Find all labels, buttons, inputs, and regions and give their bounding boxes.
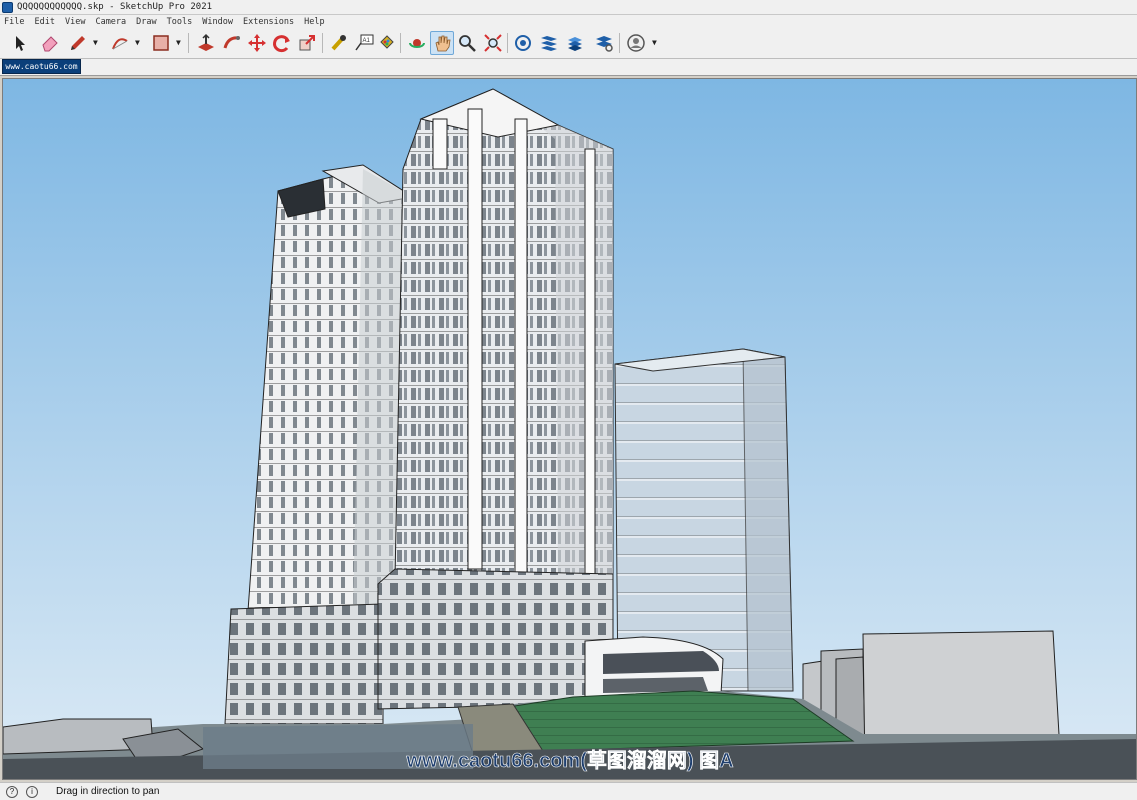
menu-window[interactable]: Window [202, 17, 233, 27]
menu-edit[interactable]: Edit [34, 17, 54, 27]
zoom-tool-button[interactable] [455, 31, 479, 55]
extension-warehouse-button[interactable] [537, 31, 561, 55]
layout-button[interactable] [563, 31, 587, 55]
arc-tool-dropdown[interactable]: ▼ [135, 39, 143, 47]
arc-tool-icon [112, 38, 128, 50]
paint-bucket-tool-button[interactable] [375, 31, 399, 55]
toolbar-separator [619, 33, 620, 53]
rotate-tool-icon [273, 35, 290, 53]
main-tower [377, 88, 614, 710]
text-tool-button[interactable]: A1 [352, 31, 376, 55]
move-tool-icon [248, 34, 266, 52]
paint-bucket-tool-icon [380, 35, 394, 49]
toolbar-separator [322, 33, 323, 53]
scene-tabs: www.caotu66.com [0, 59, 1137, 76]
arc-tool-button[interactable] [108, 31, 132, 55]
rotate-tool-button[interactable] [270, 31, 294, 55]
sketchup-app-icon[interactable] [2, 1, 13, 13]
eraser-tool-button[interactable] [38, 31, 62, 55]
extension-warehouse-icon [541, 36, 557, 51]
large-tool-set-toolbar: ▼ ▼ ▼ A1 ▼ [0, 29, 1137, 59]
curved-podium-building [584, 636, 724, 698]
model-view[interactable]: www.caotu66.com(草图溜溜网) 图A [3, 79, 1136, 779]
account-icon [627, 34, 645, 52]
menu-bar: File Edit View Camera Draw Tools Window … [0, 15, 1137, 29]
scale-tool-icon [299, 35, 315, 51]
eraser-tool-icon [42, 36, 58, 52]
line-tool-dropdown[interactable]: ▼ [93, 39, 101, 47]
toolbar-separator [507, 33, 508, 53]
push-pull-tool-icon [198, 33, 214, 51]
zoom-extents-tool-button[interactable] [481, 31, 505, 55]
rectangle-tool-icon [153, 35, 169, 51]
pan-tool-icon [435, 35, 451, 52]
extension-manager-button[interactable] [592, 31, 616, 55]
3d-warehouse-icon [515, 35, 531, 51]
menu-camera[interactable]: Camera [95, 17, 126, 27]
pencil-line-tool-icon [71, 36, 85, 50]
title-bar: QQQQQQQQQQQQ.skp - SketchUp Pro 2021 [0, 0, 1137, 15]
scene-tab[interactable]: www.caotu66.com [2, 59, 81, 74]
scale-tool-button[interactable] [295, 31, 319, 55]
move-tool-button[interactable] [245, 31, 269, 55]
select-tool-icon [16, 36, 25, 51]
orbit-tool-button[interactable] [405, 31, 429, 55]
follow-me-tool-icon [223, 36, 240, 49]
rectangle-tool-button[interactable] [149, 31, 173, 55]
account-dropdown[interactable]: ▼ [652, 39, 660, 47]
toolbar-separator [400, 33, 401, 53]
text-tool-icon: A1 [355, 34, 374, 51]
menu-draw[interactable]: Draw [136, 17, 156, 27]
extension-manager-icon [596, 36, 613, 52]
account-button[interactable] [624, 31, 648, 55]
menu-help[interactable]: Help [304, 17, 324, 27]
orbit-tool-icon [409, 39, 425, 48]
status-message: Drag in direction to pan [56, 786, 160, 797]
window-title: QQQQQQQQQQQQ.skp - SketchUp Pro 2021 [17, 2, 213, 12]
svg-text:A1: A1 [363, 38, 371, 44]
watermark-text: www.caotu66.com(草图溜溜网) 图A [405, 748, 733, 772]
layout-icon [568, 37, 582, 51]
follow-me-tool-button[interactable] [220, 31, 244, 55]
tape-measure-tool-icon [331, 35, 346, 51]
select-tool-button[interactable] [8, 31, 32, 55]
menu-extensions[interactable]: Extensions [243, 17, 294, 27]
menu-tools[interactable]: Tools [167, 17, 193, 27]
status-bar: ? i Drag in direction to pan [0, 782, 1137, 800]
pan-tool-button[interactable] [430, 31, 454, 55]
zoom-extents-tool-icon [484, 34, 502, 52]
tape-measure-tool-button[interactable] [327, 31, 351, 55]
push-pull-tool-button[interactable] [194, 31, 218, 55]
help-icon[interactable]: ? [6, 785, 18, 798]
3d-warehouse-button[interactable] [511, 31, 535, 55]
menu-file[interactable]: File [4, 17, 24, 27]
shape-tool-dropdown[interactable]: ▼ [176, 39, 184, 47]
zoom-tool-icon [459, 35, 476, 52]
drawing-viewport[interactable]: www.caotu66.com(草图溜溜网) 图A [2, 78, 1137, 780]
pencil-line-tool-button[interactable] [66, 31, 90, 55]
toolbar-separator [188, 33, 189, 53]
menu-view[interactable]: View [65, 17, 85, 27]
info-icon[interactable]: i [26, 785, 38, 798]
